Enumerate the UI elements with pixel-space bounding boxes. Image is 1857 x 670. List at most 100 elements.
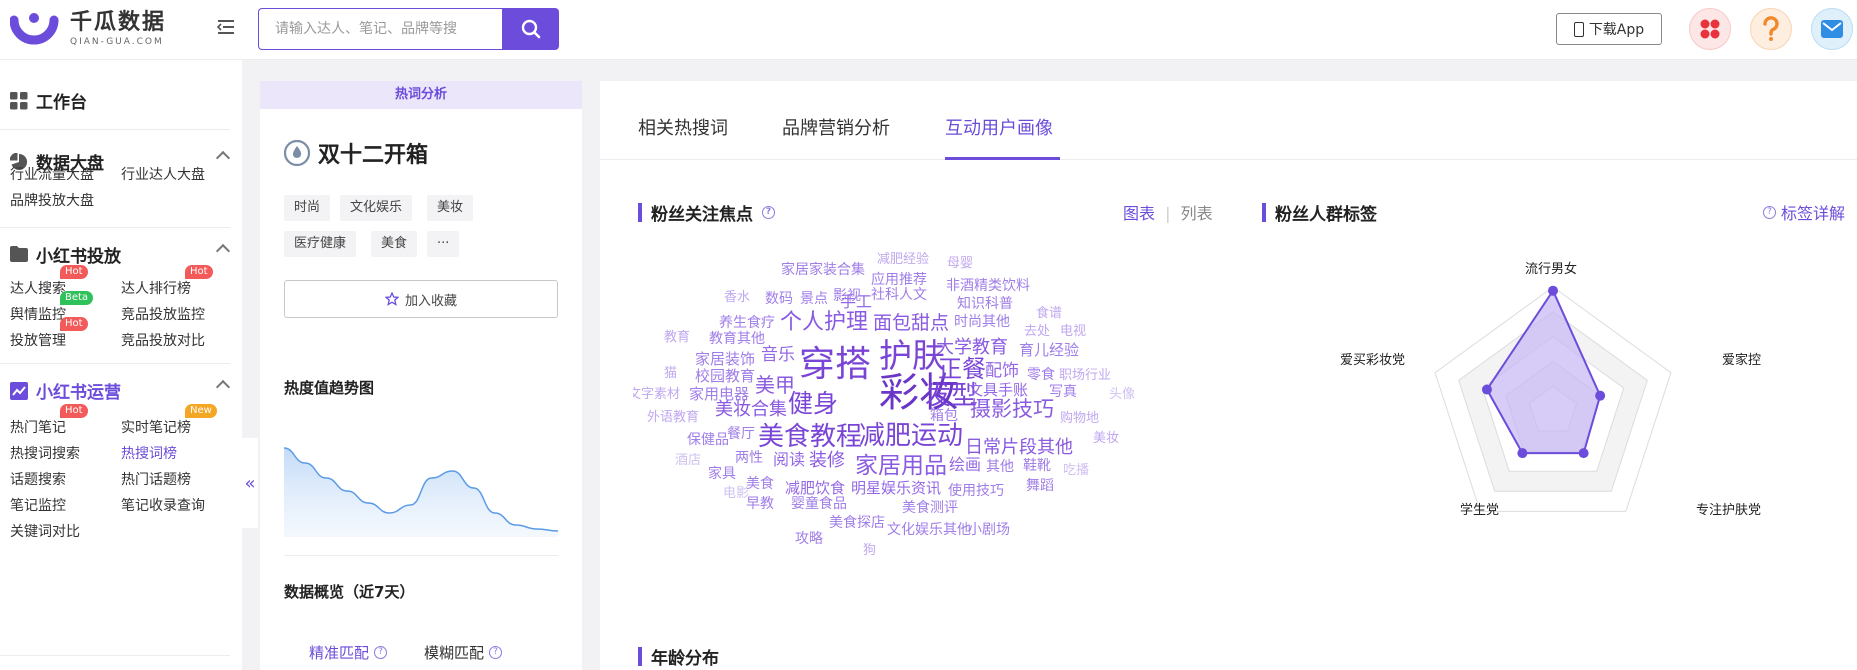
brand-logo[interactable]: 千瓜数据 QIAN-GUA.COM: [9, 10, 166, 48]
word-cloud-term[interactable]: 教育: [664, 331, 690, 344]
word-cloud-term[interactable]: 影视: [833, 289, 861, 303]
help-circle-icon[interactable]: ?: [374, 646, 388, 659]
word-cloud-term[interactable]: 家居用品: [855, 455, 947, 478]
word-cloud-term[interactable]: 大学教育: [936, 339, 1008, 357]
sidebar-item-brand-placement[interactable]: 品牌投放大盘: [10, 190, 94, 210]
collapse-chevron-icon[interactable]: [215, 150, 231, 166]
sidebar-item-hot-search-query[interactable]: 热搜词搜索: [10, 443, 80, 463]
help-button[interactable]: [1750, 8, 1792, 50]
word-cloud-term[interactable]: 食谱: [1036, 307, 1062, 320]
word-cloud-term[interactable]: 减肥运动: [859, 423, 963, 449]
sidebar-item-hot-notes[interactable]: 热门笔记 Hot: [10, 404, 88, 437]
category-tag[interactable]: 时尚: [284, 195, 331, 221]
list-view-button[interactable]: 列表: [1181, 204, 1213, 223]
word-cloud-term[interactable]: 正餐: [938, 357, 986, 381]
help-circle-icon[interactable]: ?: [762, 206, 775, 219]
word-cloud-term[interactable]: 家用电器: [689, 387, 749, 402]
word-cloud-term[interactable]: 保健品: [687, 433, 729, 447]
help-circle-icon[interactable]: ?: [489, 646, 503, 659]
word-cloud-term[interactable]: 零食: [1027, 368, 1055, 382]
radar-point[interactable]: [1578, 448, 1589, 459]
sidebar-workbench[interactable]: 工作台: [10, 88, 87, 113]
word-cloud-term[interactable]: 香水: [724, 291, 750, 304]
sidebar-section-xhs-placement[interactable]: 小红书投放: [10, 242, 231, 267]
sidebar-item-sentiment-monitor[interactable]: 舆情监控 Beta: [10, 291, 94, 324]
sidebar-item-hot-search-ranking[interactable]: 热搜词榜: [121, 443, 177, 463]
collapse-chevron-icon[interactable]: [215, 379, 231, 395]
word-cloud-term[interactable]: 文化娱乐其他: [887, 523, 971, 537]
search-input[interactable]: [258, 8, 502, 50]
sidebar-section-xhs-operation[interactable]: 小红书运营: [10, 378, 231, 403]
messages-button[interactable]: [1811, 8, 1853, 50]
word-cloud-term[interactable]: 早教: [746, 497, 774, 511]
tag-details-link[interactable]: ? 标签详解: [1763, 200, 1845, 224]
fuzzy-match-tab[interactable]: 模糊匹配 ?: [424, 642, 503, 663]
radar-point[interactable]: [1517, 448, 1528, 459]
word-cloud-term[interactable]: 舞蹈: [1026, 479, 1054, 493]
word-cloud-term[interactable]: 美妆合集: [715, 401, 787, 419]
sidebar-item-competitor-compare[interactable]: 竞品投放对比: [121, 330, 205, 350]
word-cloud-term[interactable]: 家居家装合集: [781, 263, 865, 277]
word-cloud-term[interactable]: 狗: [863, 544, 876, 557]
word-cloud-term[interactable]: 育儿经验: [1019, 343, 1079, 358]
sidebar-item-influencer-search[interactable]: 达人搜索 Hot: [10, 265, 88, 298]
word-cloud-term[interactable]: 面包甜点: [873, 314, 949, 333]
word-cloud-term[interactable]: 写真: [1049, 385, 1077, 399]
tab-user-portrait[interactable]: 互动用户画像: [945, 114, 1053, 140]
word-cloud-term[interactable]: 景点: [800, 292, 828, 306]
word-cloud-term[interactable]: 去处: [1024, 325, 1050, 338]
word-cloud-term[interactable]: 家具: [708, 467, 736, 481]
sidebar-item-placement-management[interactable]: 投放管理 Hot: [10, 317, 88, 350]
word-cloud-term[interactable]: 攻略: [795, 532, 823, 546]
word-cloud-term[interactable]: 校园教育: [695, 369, 755, 384]
sidebar-collapse-button[interactable]: «: [242, 438, 258, 528]
word-cloud-term[interactable]: 酒店: [675, 454, 701, 467]
word-cloud-term[interactable]: 音乐: [761, 347, 795, 364]
search-button[interactable]: [502, 8, 559, 50]
word-cloud-term[interactable]: 装修: [809, 452, 845, 470]
sidebar-item-topic-search[interactable]: 话题搜索: [10, 469, 66, 489]
word-cloud-term[interactable]: 美食测评: [902, 501, 958, 515]
word-cloud-term[interactable]: 非酒精类饮料: [946, 279, 1030, 293]
word-cloud-term[interactable]: 餐厅: [727, 427, 755, 441]
word-cloud-term[interactable]: 箱包: [930, 409, 958, 423]
word-cloud-term[interactable]: 文具手账: [968, 383, 1028, 398]
sidebar-item-industry-influencers[interactable]: 行业达人大盘: [121, 164, 205, 184]
radar-point[interactable]: [1548, 285, 1558, 296]
word-cloud-term[interactable]: 美甲: [755, 375, 795, 395]
word-cloud-term[interactable]: 美食: [746, 477, 774, 491]
add-favorite-button[interactable]: 加入收藏: [284, 280, 558, 318]
download-app-button[interactable]: 下载App: [1556, 13, 1662, 45]
word-cloud-term[interactable]: 日常片段其他: [965, 439, 1073, 457]
word-cloud-term[interactable]: 社科人文: [871, 288, 927, 302]
word-cloud-term[interactable]: 职场行业: [1059, 369, 1111, 382]
word-cloud-term[interactable]: 购物地: [1060, 412, 1099, 425]
word-cloud-term[interactable]: 配饰: [985, 363, 1019, 380]
word-cloud-term[interactable]: 母婴: [947, 257, 973, 270]
more-tags-button[interactable]: ···: [427, 231, 460, 257]
word-cloud-term[interactable]: 小剧场: [968, 523, 1010, 537]
chart-view-button[interactable]: 图表: [1123, 204, 1155, 223]
word-cloud-term[interactable]: 电影: [723, 487, 749, 500]
word-cloud-term[interactable]: 时尚其他: [954, 315, 1010, 329]
word-cloud-term[interactable]: 美食教程: [758, 424, 862, 450]
sidebar-item-industry-traffic[interactable]: 行业流量大盘: [10, 164, 94, 184]
word-cloud-term[interactable]: 养生食疗: [719, 316, 775, 330]
word-cloud-term[interactable]: 吃播: [1063, 464, 1089, 477]
word-cloud-term[interactable]: 电视: [1060, 325, 1086, 338]
word-cloud-term[interactable]: 鞋靴: [1023, 459, 1051, 473]
word-cloud-term[interactable]: 应用推荐: [871, 273, 927, 287]
word-cloud-term[interactable]: 美食探店: [829, 516, 885, 530]
exact-match-tab[interactable]: 精准匹配 ?: [309, 642, 388, 663]
sidebar-item-note-monitor[interactable]: 笔记监控: [10, 495, 66, 515]
sidebar-item-competitor-monitor[interactable]: 竞品投放监控: [121, 304, 205, 324]
tab-related-hot-searches[interactable]: 相关热搜词: [638, 114, 728, 140]
word-cloud-term[interactable]: 穿搭: [799, 347, 871, 383]
word-cloud-term[interactable]: 家居装饰: [695, 352, 755, 367]
word-cloud-term[interactable]: 健身: [788, 391, 838, 416]
category-tag[interactable]: 文化娱乐: [340, 195, 413, 221]
sidebar-item-keyword-compare[interactable]: 关键词对比: [10, 521, 80, 541]
word-cloud-term[interactable]: 文字素材: [633, 388, 680, 401]
word-cloud-term[interactable]: 两性: [735, 451, 763, 465]
word-cloud-term[interactable]: 美妆: [1093, 432, 1119, 445]
